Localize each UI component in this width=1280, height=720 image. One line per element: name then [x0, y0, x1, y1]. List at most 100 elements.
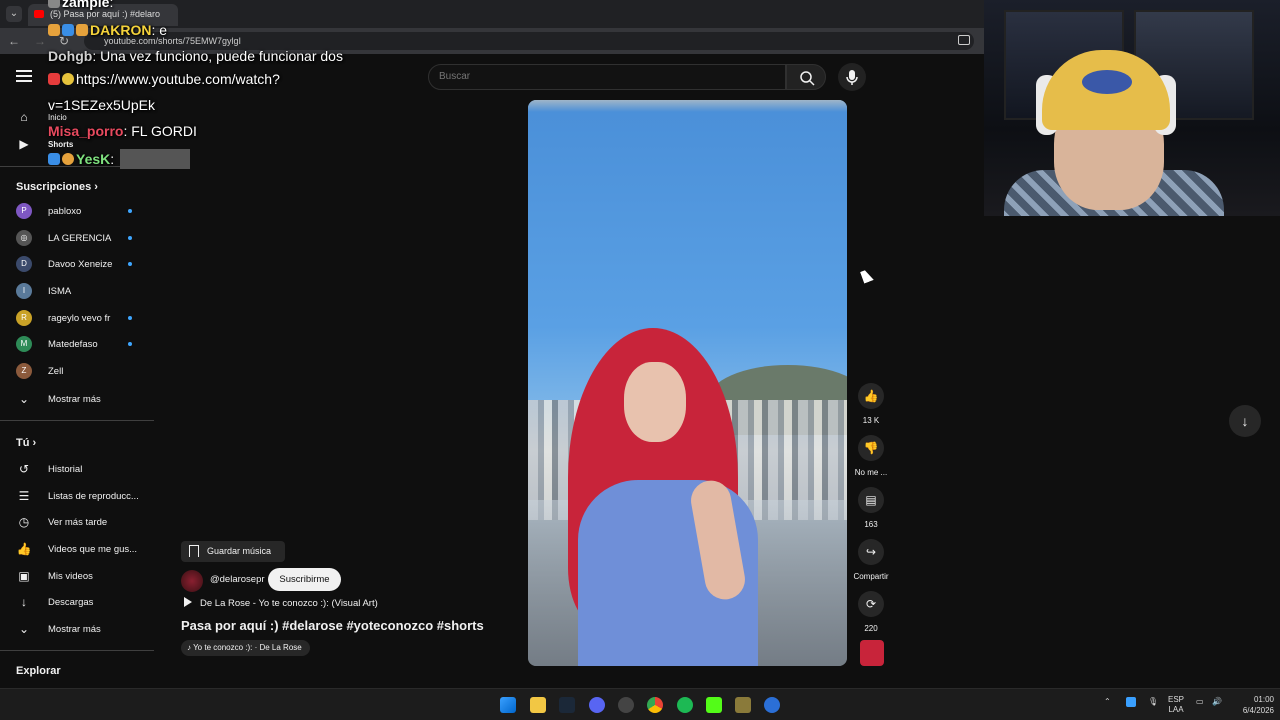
- channel-avatar: P: [16, 203, 32, 219]
- sidebar-item-watch-later[interactable]: ◷ Ver más tarde: [0, 509, 154, 535]
- channel-avatar: R: [16, 310, 32, 326]
- sidebar-item-my-videos[interactable]: ▣ Mis videos: [0, 563, 154, 589]
- chat-badge-icon: [48, 153, 60, 165]
- subscriptions-header-label: Suscripciones: [16, 181, 92, 193]
- display-icon[interactable]: ▭: [1196, 697, 1204, 706]
- thumbs-up-icon: 👍: [863, 389, 879, 403]
- chat-badge-icon: [76, 24, 88, 36]
- mouse-cursor-icon: [860, 268, 874, 284]
- chat-username: DAKRON: [90, 22, 152, 38]
- subscribe-button[interactable]: Suscribirme: [268, 568, 341, 591]
- hamburger-menu-icon[interactable]: [16, 70, 32, 82]
- chat-text: Una vez funciono, puede funcionar dos: [100, 48, 343, 64]
- sidebar-subscription-item[interactable]: Rrageylo vevo fr: [0, 305, 154, 331]
- arrow-down-icon: ↓: [1241, 413, 1249, 429]
- show-more-you[interactable]: ⌄ Mostrar más: [0, 616, 154, 642]
- sidebar-item-label: Mis videos: [48, 571, 93, 582]
- share-button[interactable]: ↪: [858, 539, 884, 565]
- channel-avatar: D: [16, 256, 32, 272]
- chat-emote-image: [120, 149, 191, 169]
- search-button[interactable]: [786, 64, 826, 90]
- app-icon[interactable]: [618, 697, 634, 713]
- subscription-name: ISMA: [48, 286, 72, 297]
- sidebar-item-label: Historial: [48, 464, 83, 475]
- sidebar-item-label: Shorts: [48, 140, 74, 149]
- sidebar-item-label: Listas de reproducc...: [48, 491, 139, 502]
- beanie-logo: [1082, 70, 1132, 94]
- dislike-button[interactable]: 👎: [858, 435, 884, 461]
- windows-start-icon[interactable]: [500, 697, 516, 713]
- video-subject-face: [624, 362, 686, 442]
- new-content-dot: [128, 209, 132, 213]
- sidebar-item-downloads[interactable]: ↓ Descargas: [0, 589, 154, 615]
- chevron-up-icon[interactable]: ⌃: [1104, 697, 1111, 706]
- microphone-icon: [846, 70, 858, 85]
- tab-search-button[interactable]: ⌄: [6, 6, 22, 22]
- next-video-button[interactable]: ↓: [1229, 405, 1261, 437]
- minecraft-icon[interactable]: [735, 697, 751, 713]
- search-input[interactable]: [439, 71, 739, 82]
- search-icon: [800, 71, 815, 86]
- clock-date: 6/4/2026: [1242, 706, 1274, 715]
- remix-button[interactable]: ⟳: [858, 591, 884, 617]
- chat-message: Misa_porro: FL GORDI: [48, 123, 197, 139]
- sidebar-item-label: Inicio: [48, 113, 67, 122]
- language-indicator[interactable]: ESP LAA: [1168, 695, 1184, 715]
- audio-thumbnail[interactable]: [860, 640, 884, 666]
- sidebar-item-label: Ver más tarde: [48, 517, 108, 528]
- history-icon: ↺: [18, 462, 30, 476]
- divider: [0, 650, 154, 651]
- sidebar-subscription-item[interactable]: Z Zell: [0, 358, 154, 384]
- forward-icon[interactable]: →: [32, 33, 48, 49]
- kick-icon[interactable]: [706, 697, 722, 713]
- video-progress-bar: [528, 100, 847, 112]
- save-music-button[interactable]: Guardar música: [181, 541, 285, 562]
- sidebar-subscription-item[interactable]: Ppabloxo: [0, 198, 154, 224]
- home-icon: ⌂: [20, 110, 28, 124]
- language-code: ESP: [1168, 695, 1185, 704]
- file-explorer-icon[interactable]: [530, 697, 546, 713]
- emoji-icon: [62, 153, 74, 165]
- you-header-label: Tú: [16, 437, 30, 449]
- volume-icon[interactable]: 🔊: [1212, 697, 1222, 706]
- shorts-icon: ▶: [19, 137, 29, 151]
- sidebar-subscription-item[interactable]: D Davoo Xeneize: [0, 251, 154, 277]
- explore-header: Explorar: [16, 665, 61, 677]
- show-more-subscriptions[interactable]: ⌄ Mostrar más: [0, 386, 154, 412]
- steam-icon[interactable]: [559, 697, 575, 713]
- audio-chip[interactable]: ♪ Yo te conozco :): · De La Rose: [181, 640, 310, 656]
- you-header[interactable]: Tú ›: [16, 437, 36, 449]
- song-link[interactable]: De La Rose - Yo te conozco :): (Visual A…: [181, 597, 378, 609]
- comments-button[interactable]: ▤: [858, 487, 884, 513]
- sidebar-subscription-item[interactable]: I ISMA: [0, 278, 154, 304]
- app-icon[interactable]: [764, 697, 780, 713]
- subscription-name: Matedefaso: [48, 339, 98, 350]
- video-icon: ▣: [18, 569, 30, 583]
- chat-username: zample: [62, 0, 110, 10]
- sidebar-subscription-item[interactable]: M Matedefaso: [0, 331, 154, 357]
- discord-icon[interactable]: [589, 697, 605, 713]
- subscriptions-header[interactable]: Suscripciones ›: [16, 181, 98, 193]
- spotify-icon[interactable]: [677, 697, 693, 713]
- microphone-icon[interactable]: 🎙: [1148, 697, 1158, 706]
- new-content-dot: [128, 262, 132, 266]
- new-content-dot: [128, 342, 132, 346]
- like-button[interactable]: 👍: [858, 383, 884, 409]
- channel-avatar[interactable]: [181, 570, 203, 592]
- sidebar-item-liked-videos[interactable]: 👍 Videos que me gus...: [0, 536, 154, 562]
- search-box: [428, 64, 786, 90]
- sidebar-item-playlists[interactable]: ☰ Listas de reproducc...: [0, 483, 154, 509]
- tray-app-icon[interactable]: [1126, 697, 1136, 707]
- sidebar-item-label: Mostrar más: [48, 624, 101, 635]
- sidebar-item-history[interactable]: ↺ Historial: [0, 456, 154, 482]
- sidebar-subscription-item[interactable]: ◎ LA GERENCIA: [0, 225, 154, 251]
- short-video-player[interactable]: [528, 100, 847, 666]
- voice-search-button[interactable]: [838, 63, 866, 91]
- chevron-down-icon: ⌄: [18, 392, 30, 406]
- back-icon[interactable]: ←: [6, 33, 22, 49]
- channel-name[interactable]: @delarosepr: [210, 574, 265, 585]
- like-count: 13 K: [862, 416, 880, 425]
- cast-icon[interactable]: [958, 35, 970, 45]
- chrome-icon[interactable]: [647, 697, 663, 713]
- system-clock[interactable]: 01:00 6/4/2026: [1224, 694, 1274, 716]
